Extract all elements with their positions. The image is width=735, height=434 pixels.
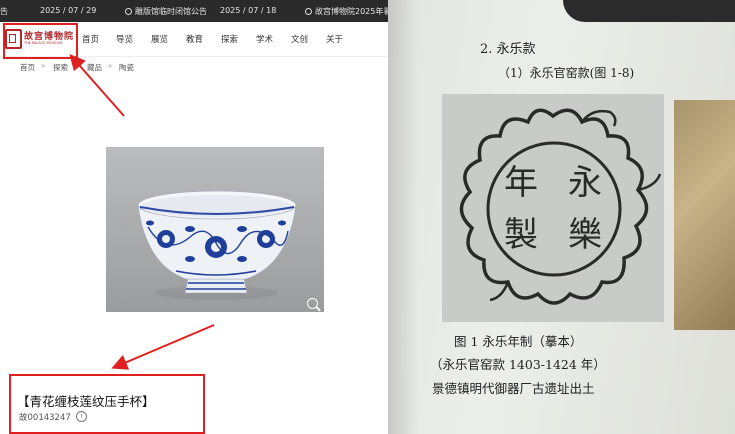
- info-icon[interactable]: i: [76, 411, 87, 422]
- arrow-to-logo: [69, 53, 125, 117]
- dark-object-edge: [563, 0, 735, 22]
- figure-caption: 图 1 永乐年制（摹本）: [454, 334, 583, 349]
- seal-char-yong: 永: [568, 163, 602, 203]
- arrow-to-title: [111, 324, 215, 370]
- section-heading: 2. 永乐款: [480, 42, 536, 57]
- museum-webpage-screenshot: 告 2025 / 07 / 29 雕版馆临时闭馆公告 2025 / 07 / 1…: [0, 0, 388, 434]
- title-highlight-box: [9, 374, 205, 434]
- yongle-seal-drawing: 永 樂 年 製: [459, 108, 662, 305]
- book-page-photo: 2. 永乐款 （1）永乐官窑款(图 1-8) 永 樂 年 製 图 1 永乐年制（…: [388, 0, 735, 434]
- figure-caption-dating: （永乐官窑款 1403-1424 年）: [430, 357, 606, 372]
- seal-mark-figure: 永 樂 年 製: [442, 94, 664, 322]
- seal-char-zhi: 製: [504, 215, 538, 255]
- figure-caption-provenance: 景德镇明代御器厂古遗址出土: [432, 381, 595, 396]
- subsection-heading: （1）永乐官窑款(图 1-8): [498, 66, 635, 80]
- object-id: 故00143247: [19, 413, 71, 423]
- adjacent-figure: [674, 100, 735, 330]
- zoom-icon[interactable]: [307, 298, 318, 309]
- seal-char-le: 樂: [568, 215, 602, 255]
- artifact-image[interactable]: [106, 147, 324, 312]
- page-gutter-shadow: [388, 0, 418, 434]
- seal-char-nian: 年: [504, 163, 538, 203]
- blue-white-cup-illustration: [137, 190, 297, 300]
